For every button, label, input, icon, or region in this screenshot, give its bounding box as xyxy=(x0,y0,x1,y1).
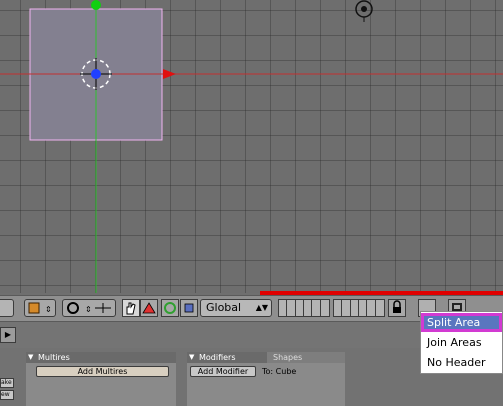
y-handle-icon xyxy=(91,0,101,10)
3d-viewport[interactable] xyxy=(0,0,503,293)
svg-text:⇕: ⇕ xyxy=(85,305,92,314)
side-button-1[interactable]: ake xyxy=(0,378,14,388)
layer-buttons-group-2[interactable] xyxy=(333,299,385,317)
collapse-arrow-icon[interactable]: ▶ xyxy=(0,327,16,343)
object-mode-icon[interactable]: ⇕ xyxy=(24,299,56,317)
modifiers-panel: ▼ Modifiers Shapes Add Modifier To: Cube xyxy=(187,352,345,406)
add-modifier-button[interactable]: Add Modifier xyxy=(190,366,256,377)
add-multires-button[interactable]: Add Multires xyxy=(36,366,169,377)
viewport-type-icon[interactable] xyxy=(0,299,14,317)
shapes-tab[interactable]: Shapes xyxy=(267,352,345,363)
modifiers-tab[interactable]: ▼ Modifiers xyxy=(187,352,267,363)
ring-icon[interactable] xyxy=(161,299,179,317)
triangle-icon[interactable] xyxy=(140,299,158,317)
svg-text:⇕: ⇕ xyxy=(45,305,52,314)
layer-buttons-group-1[interactable] xyxy=(278,299,330,317)
pivot-icon[interactable]: ⇕ xyxy=(62,299,116,317)
to-object-label: To: Cube xyxy=(262,367,297,376)
lock-icon[interactable] xyxy=(388,299,406,317)
object-origin-icon xyxy=(91,69,101,79)
multires-panel: ▼ Multires Add Multires xyxy=(26,352,176,406)
area-context-menu: Split Area Join Areas No Header xyxy=(420,311,503,374)
x-arrow-icon xyxy=(163,69,176,79)
multires-tab[interactable]: ▼ Multires xyxy=(26,352,176,363)
viewport-canvas xyxy=(0,0,503,293)
menu-item-join-areas[interactable]: Join Areas xyxy=(421,333,502,352)
layer-icon[interactable] xyxy=(180,299,198,317)
orientation-select[interactable]: Global ▲▼ xyxy=(200,299,272,317)
menu-item-no-header[interactable]: No Header xyxy=(421,353,502,372)
lamp-center-icon xyxy=(361,6,367,12)
hand-icon[interactable] xyxy=(122,299,140,317)
menu-item-split-area[interactable]: Split Area xyxy=(421,313,502,332)
side-button-2[interactable]: ew xyxy=(0,390,14,400)
